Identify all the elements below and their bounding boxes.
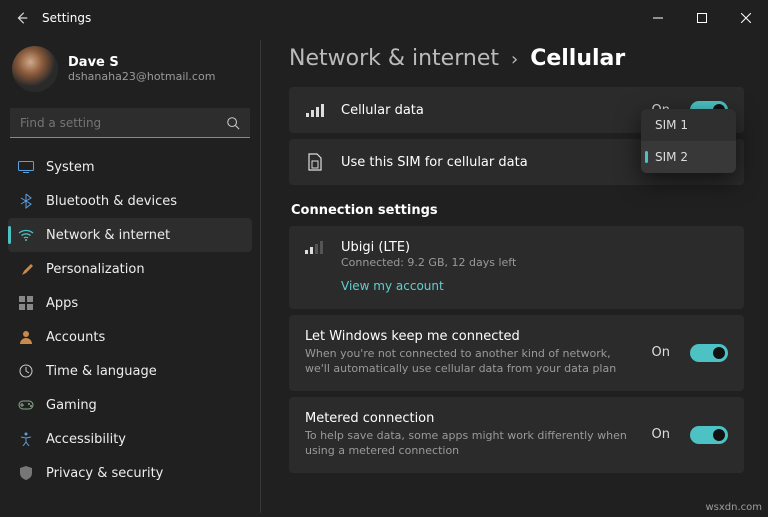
keep-connected-title: Let Windows keep me connected (305, 329, 636, 344)
operator-status: Connected: 9.2 GB, 12 days left (341, 256, 516, 269)
metered-state: On (652, 427, 670, 442)
nav-time[interactable]: Time & language (8, 354, 252, 388)
nav-list: System Bluetooth & devices Network & int… (8, 150, 252, 517)
operator-card[interactable]: Ubigi (LTE) Connected: 9.2 GB, 12 days l… (289, 226, 744, 309)
apps-icon (18, 295, 34, 311)
nav-label: Apps (46, 296, 78, 311)
keep-connected-row[interactable]: Let Windows keep me connected When you'r… (289, 315, 744, 391)
metered-toggle[interactable] (690, 426, 728, 444)
gaming-icon (18, 397, 34, 413)
clock-icon (18, 363, 34, 379)
nav-label: Personalization (46, 262, 145, 277)
titlebar: Settings (0, 0, 768, 36)
nav-privacy[interactable]: Privacy & security (8, 456, 252, 490)
breadcrumb-separator: › (511, 49, 518, 70)
sim-select-row[interactable]: Use this SIM for cellular data SIM 1 SIM… (289, 139, 744, 185)
search-wrap (10, 108, 250, 138)
sim-icon (305, 153, 325, 171)
keep-connected-toggle[interactable] (690, 344, 728, 362)
nav-label: Accessibility (46, 432, 126, 447)
arrow-left-icon (15, 11, 29, 25)
cellular-data-label: Cellular data (341, 103, 636, 118)
main-content: Network & internet › Cellular Cellular d… (261, 36, 768, 517)
nav-personalization[interactable]: Personalization (8, 252, 252, 286)
operator-name: Ubigi (LTE) (341, 240, 516, 255)
nav-label: Time & language (46, 364, 157, 379)
keep-connected-desc: When you're not connected to another kin… (305, 346, 636, 377)
nav-bluetooth[interactable]: Bluetooth & devices (8, 184, 252, 218)
nav-accessibility[interactable]: Accessibility (8, 422, 252, 456)
nav-label: Network & internet (46, 228, 170, 243)
system-icon (18, 159, 34, 175)
metered-title: Metered connection (305, 411, 636, 426)
close-icon (741, 13, 751, 23)
search-icon (226, 116, 240, 130)
connection-settings-heading: Connection settings (291, 203, 744, 218)
maximize-icon (697, 13, 707, 23)
watermark: wsxdn.com (705, 502, 762, 513)
view-account-link[interactable]: View my account (341, 279, 444, 293)
maximize-button[interactable] (680, 3, 724, 33)
search-input[interactable] (10, 108, 250, 138)
profile-name: Dave S (68, 55, 215, 70)
nav-apps[interactable]: Apps (8, 286, 252, 320)
nav-accounts[interactable]: Accounts (8, 320, 252, 354)
bluetooth-icon (18, 193, 34, 209)
nav-gaming[interactable]: Gaming (8, 388, 252, 422)
nav-label: Privacy & security (46, 466, 163, 481)
person-icon (18, 329, 34, 345)
sim-option-2[interactable]: SIM 2 (641, 141, 736, 173)
back-button[interactable] (8, 4, 36, 32)
accessibility-icon (18, 431, 34, 447)
window-title: Settings (42, 11, 91, 25)
sidebar: Dave S dshanaha23@hotmail.com System Blu… (0, 36, 260, 517)
minimize-button[interactable] (636, 3, 680, 33)
sim-option-1[interactable]: SIM 1 (641, 109, 736, 141)
breadcrumb-current: Cellular (530, 46, 625, 71)
nav-label: Accounts (46, 330, 105, 345)
brush-icon (18, 261, 34, 277)
shield-icon (18, 465, 34, 481)
nav-network[interactable]: Network & internet (8, 218, 252, 252)
wifi-icon (18, 227, 34, 243)
breadcrumb-parent[interactable]: Network & internet (289, 46, 499, 71)
profile-email: dshanaha23@hotmail.com (68, 70, 215, 83)
breadcrumb: Network & internet › Cellular (289, 46, 744, 71)
close-button[interactable] (724, 3, 768, 33)
nav-label: System (46, 160, 94, 175)
signal-icon (305, 103, 325, 117)
keep-connected-state: On (652, 345, 670, 360)
profile-block[interactable]: Dave S dshanaha23@hotmail.com (8, 42, 252, 106)
avatar (12, 46, 58, 92)
nav-system[interactable]: System (8, 150, 252, 184)
minimize-icon (653, 13, 663, 23)
nav-label: Bluetooth & devices (46, 194, 177, 209)
metered-row[interactable]: Metered connection To help save data, so… (289, 397, 744, 473)
nav-label: Gaming (46, 398, 97, 413)
sim-dropdown: SIM 1 SIM 2 (641, 109, 736, 173)
signal-weak-icon (305, 240, 325, 254)
metered-desc: To help save data, some apps might work … (305, 428, 636, 459)
